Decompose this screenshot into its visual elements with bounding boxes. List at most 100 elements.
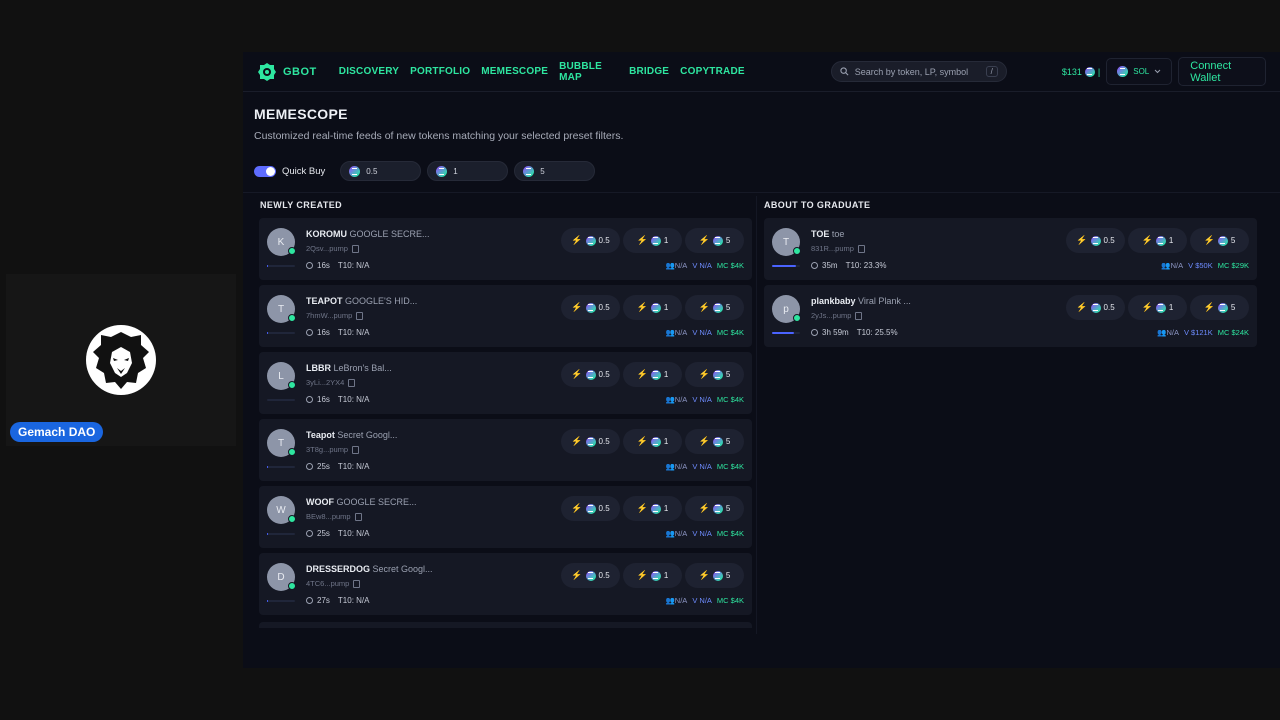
bonding-progress-fill (267, 533, 268, 535)
quick-buy-button[interactable]: ⚡ 1 (623, 563, 682, 588)
buy-buttons: ⚡ 0.5 ⚡ 1 ⚡ 5 (561, 362, 744, 387)
bonding-progress-fill (267, 332, 268, 334)
token-top10: T10: 23.3% (845, 261, 887, 270)
token-description: GOOGLE SECRE... (349, 229, 430, 239)
copy-icon[interactable] (354, 512, 362, 521)
quick-buy-button[interactable]: ⚡ 0.5 (1066, 295, 1125, 320)
quick-buy-button[interactable]: ⚡ 1 (623, 496, 682, 521)
token-card[interactable]: D DRESSERDOG Secret Googl... 4TC6...pump… (259, 553, 752, 615)
quick-buy-preset-2[interactable]: 1 (427, 161, 509, 181)
copy-icon[interactable] (356, 311, 364, 320)
balance-separator: | (1097, 66, 1101, 77)
gbot-logo-icon (258, 62, 276, 81)
search-bar[interactable]: / (830, 61, 1007, 82)
token-avatar: K (267, 228, 296, 256)
nav-link-copytrade[interactable]: COPYTRADE (680, 66, 745, 77)
quick-buy-button[interactable]: ⚡ 5 (685, 362, 744, 387)
quick-buy-button[interactable]: ⚡ 1 (1128, 295, 1187, 320)
token-volume: V N/A (692, 395, 712, 404)
quick-buy-button[interactable]: ⚡ 5 (685, 496, 744, 521)
quick-buy-toggle[interactable] (254, 165, 276, 177)
quick-buy-button[interactable]: ⚡ 1 (623, 362, 682, 387)
token-address: 3T8g...pump (306, 445, 360, 454)
holders-icon: 👥 (665, 328, 675, 337)
buy-buttons: ⚡ 0.5 ⚡ 1 ⚡ 5 (1066, 228, 1249, 253)
token-avatar: T (267, 295, 296, 323)
connect-wallet-button[interactable]: Connect Wallet (1178, 57, 1266, 86)
quick-buy-button[interactable]: ⚡ 0.5 (561, 295, 620, 320)
token-name: TEAPOT GOOGLE'S HID... (306, 296, 417, 306)
token-card[interactable]: T TEAPOT GOOGLE'S HID... 7hmW...pump 16s… (259, 285, 752, 347)
quick-buy-button[interactable]: ⚡ 5 (685, 563, 744, 588)
token-card[interactable]: T Teapot Secret Googl... 3T8g...pump 25s… (259, 419, 752, 481)
lightning-icon: ⚡ (636, 369, 648, 379)
brand[interactable]: GBOT (257, 62, 317, 82)
clock-icon (306, 262, 313, 269)
clock-icon (306, 396, 313, 403)
token-address-text: 831R...pump (811, 244, 854, 253)
copy-icon[interactable] (857, 244, 865, 253)
token-initial: T (277, 303, 285, 315)
token-top10: T10: N/A (337, 395, 370, 404)
copy-icon[interactable] (352, 445, 360, 454)
token-volume: V $121K (1183, 328, 1213, 337)
solana-icon (436, 165, 448, 177)
quick-buy-preset-1[interactable]: 0.5 (340, 161, 422, 181)
quick-buy-button[interactable]: ⚡ 0.5 (1066, 228, 1125, 253)
token-holders: 👥N/A (665, 261, 687, 270)
search-input[interactable] (854, 66, 980, 77)
quick-buy-button[interactable]: ⚡ 0.5 (561, 563, 620, 588)
quick-buy-preset-3[interactable]: 5 (514, 161, 596, 181)
token-card[interactable]: T TOE toe 831R...pump 35m T10: 23.3% ⚡ 0.5… (764, 218, 1257, 280)
token-symbol: TEAPOT (306, 296, 343, 306)
quick-buy-button[interactable]: ⚡ 0.5 (561, 496, 620, 521)
nav-link-bubble-map[interactable]: BUBBLE MAP (559, 61, 618, 83)
copy-icon[interactable] (353, 579, 361, 588)
token-address: 4TC6...pump (306, 579, 361, 588)
list-item[interactable] (259, 622, 752, 628)
token-name: Teapot Secret Googl... (306, 430, 397, 440)
quick-buy-button[interactable]: ⚡ 5 (685, 295, 744, 320)
quick-buy-button[interactable]: ⚡ 5 (1190, 295, 1249, 320)
token-card[interactable]: K KOROMU GOOGLE SECRE... 2Qsv...pump 16s… (259, 218, 752, 280)
preset-value: 0.5 (366, 166, 378, 176)
token-age: 16s (317, 261, 330, 270)
token-age: 35m (822, 261, 838, 270)
copy-icon[interactable] (348, 378, 356, 387)
token-initial: W (276, 504, 286, 516)
token-avatar: L (267, 362, 296, 390)
nav-link-discovery[interactable]: DISCOVERY (339, 66, 399, 77)
buy-amount: 1 (1168, 303, 1174, 312)
nav-link-memescope[interactable]: MEMESCOPE (481, 66, 548, 77)
token-metrics: 👥N/A V N/A MC $4K (665, 328, 744, 337)
quick-buy-button[interactable]: ⚡ 5 (685, 228, 744, 253)
token-description: Secret Googl... (372, 564, 433, 574)
token-name: LBBR LeBron's Bal... (306, 363, 392, 373)
quick-buy-button[interactable]: ⚡ 1 (623, 295, 682, 320)
copy-icon[interactable] (855, 311, 863, 320)
quick-buy-button[interactable]: ⚡ 1 (1128, 228, 1187, 253)
token-address: 3yLi...2YX4 (306, 378, 356, 387)
buy-buttons: ⚡ 0.5 ⚡ 1 ⚡ 5 (561, 295, 744, 320)
token-card[interactable]: p plankbaby Viral Plank ... 2yJs...pump … (764, 285, 1257, 347)
solana-icon (1090, 235, 1101, 246)
about-to-graduate-title: ABOUT TO GRADUATE (764, 200, 871, 210)
buy-buttons: ⚡ 0.5 ⚡ 1 ⚡ 5 (1066, 295, 1249, 320)
chain-selector[interactable]: SOL (1106, 58, 1173, 85)
quick-buy-button[interactable]: ⚡ 1 (623, 228, 682, 253)
quick-buy-button[interactable]: ⚡ 0.5 (561, 362, 620, 387)
quick-buy-button[interactable]: ⚡ 5 (1190, 228, 1249, 253)
nav-link-portfolio[interactable]: PORTFOLIO (410, 66, 470, 77)
buy-amount: 5 (725, 571, 731, 580)
quick-buy-button[interactable]: ⚡ 5 (685, 429, 744, 454)
quick-buy-button[interactable]: ⚡ 0.5 (561, 228, 620, 253)
token-card[interactable]: W WOOF GOOGLE SECRE... BEw8...pump 25s T1… (259, 486, 752, 548)
copy-icon[interactable] (351, 244, 359, 253)
holders-value: N/A (674, 328, 688, 337)
quick-buy-button[interactable]: ⚡ 1 (623, 429, 682, 454)
token-card[interactable]: L LBBR LeBron's Bal... 3yLi...2YX4 16s T1… (259, 352, 752, 414)
lightning-icon: ⚡ (571, 235, 583, 245)
bonding-progress-bar (267, 600, 295, 602)
nav-link-bridge[interactable]: BRIDGE (629, 66, 669, 77)
quick-buy-button[interactable]: ⚡ 0.5 (561, 429, 620, 454)
